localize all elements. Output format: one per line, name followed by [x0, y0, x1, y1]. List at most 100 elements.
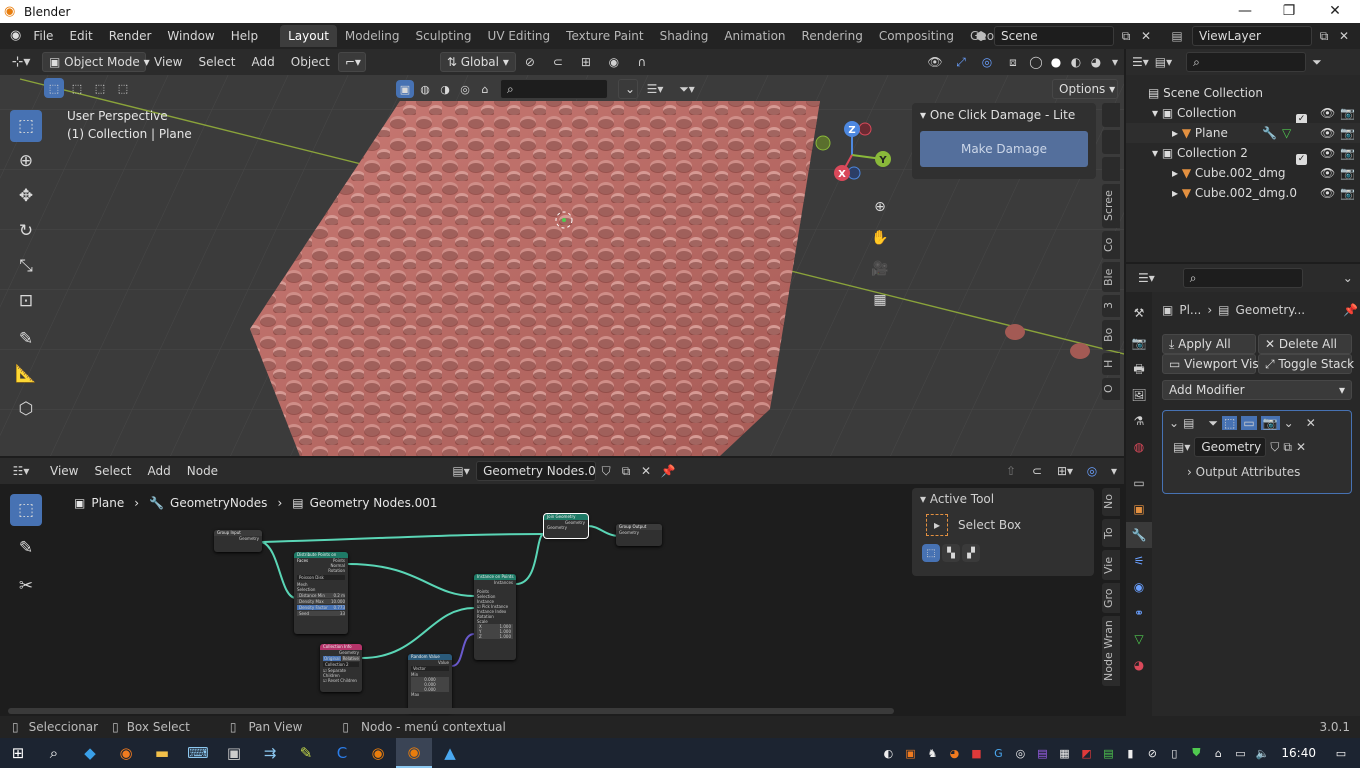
properties-options-icon[interactable]: ⌄	[1343, 271, 1353, 285]
clock-time[interactable]: 16:40	[1281, 746, 1316, 760]
side-tab-node-wrangler[interactable]: Node Wran	[1102, 616, 1120, 686]
c-app-icon[interactable]: C	[324, 738, 360, 768]
snap-target-icon[interactable]: ⊞	[572, 55, 600, 69]
tab-shading[interactable]: Shading	[652, 25, 717, 47]
outliner-row-cube-dmg-0[interactable]: ▸ ▼ Cube.002_dmg.0 👁 📷	[1126, 183, 1360, 203]
screenshot-app-icon[interactable]: ▣	[216, 738, 252, 768]
toggle-stack-button[interactable]: ⤢ Toggle Stack	[1258, 354, 1354, 374]
eye-visibility-icon[interactable]: 👁	[1320, 143, 1335, 163]
scale-z-field[interactable]: Z 1.000	[477, 634, 513, 639]
tab-layout[interactable]: Layout	[280, 25, 337, 47]
menu-help[interactable]: Help	[223, 23, 266, 49]
app-tray-icon[interactable]: ◕	[943, 738, 965, 768]
side-tab-o[interactable]: O	[1102, 378, 1120, 400]
panel-header[interactable]: ▾ One Click Damage - Lite	[912, 103, 1096, 127]
mode-extend-icon[interactable]: ▚	[942, 544, 960, 562]
delete-all-button[interactable]: ✕ Delete All	[1258, 334, 1352, 354]
snap-icon[interactable]: ⊂	[1024, 464, 1050, 478]
funnel-filter-icon[interactable]: ⏷▾	[672, 82, 702, 97]
tab-uv-editing[interactable]: UV Editing	[480, 25, 559, 47]
viewport-menu-object[interactable]: Object	[283, 49, 338, 75]
select-subtract-icon[interactable]: ⬚	[90, 78, 110, 98]
app-diamond-icon[interactable]: ◆	[72, 738, 108, 768]
blender-taskbar-icon[interactable]: ◉	[360, 738, 396, 768]
display-mode-icon[interactable]: ▤▾	[1155, 55, 1172, 69]
modifier-tab-icon[interactable]: 🔧	[1126, 522, 1152, 548]
tool-tab-icon[interactable]: ⚒	[1126, 300, 1152, 326]
network-icon[interactable]: ⌂	[1207, 738, 1229, 768]
render-camera-icon[interactable]: 📷	[1340, 103, 1355, 123]
steam-tray-icon[interactable]: ◎	[1009, 738, 1031, 768]
viewport-menu-add[interactable]: Add	[244, 49, 283, 75]
menu-file[interactable]: File	[25, 23, 61, 49]
new-view-layer-icon[interactable]: ⧉	[1314, 26, 1334, 46]
viewport-vis-button[interactable]: ▭ Viewport Vis	[1162, 354, 1259, 374]
app-tray-icon[interactable]: ▦	[1053, 738, 1075, 768]
notifications-icon[interactable]: ▭	[1330, 738, 1352, 768]
transform-tool-icon[interactable]: ⊡	[10, 285, 42, 317]
render-camera-icon[interactable]: 📷	[1340, 163, 1355, 183]
tab-texture-paint[interactable]: Texture Paint	[558, 25, 651, 47]
expand-arrow-icon[interactable]: ▸	[1172, 186, 1178, 200]
instance-on-points-node[interactable]: Instance on Points Instances Points Sele…	[474, 574, 516, 660]
properties-search-input[interactable]: ⌕	[1182, 268, 1303, 288]
navigation-gizmo[interactable]: Z Y X	[810, 115, 900, 195]
close-window-button[interactable]: ✕	[1312, 0, 1358, 23]
output-tab-icon[interactable]: 🖶	[1126, 356, 1152, 382]
monitor-icon[interactable]: ▭	[1229, 738, 1251, 768]
app-tray-icon[interactable]: ♞	[921, 738, 943, 768]
measure-tool-icon[interactable]: 📐	[10, 358, 42, 390]
expand-arrow-icon[interactable]: ▾	[1152, 146, 1158, 160]
view-layer-tab-icon[interactable]: 🖼	[1126, 382, 1152, 408]
outliner-scene-collection[interactable]: ▤ Scene Collection	[1126, 83, 1360, 103]
menu-window[interactable]: Window	[159, 23, 222, 49]
overlay-toggle-icon[interactable]: ◎	[974, 55, 1000, 69]
filter-world-icon[interactable]: ◎	[456, 80, 474, 98]
collection-tab-icon[interactable]: ▭	[1126, 470, 1152, 496]
material-shading-icon[interactable]: ◐	[1066, 55, 1086, 69]
reset-children-checkbox[interactable]: ☑ Reset Children	[320, 678, 362, 683]
expand-arrow-icon[interactable]: ▸	[1172, 126, 1178, 140]
list-filter-icon[interactable]: ☰▾	[640, 82, 670, 96]
side-tab-group[interactable]: Gro	[1102, 583, 1120, 613]
add-modifier-dropdown[interactable]: Add Modifier ▾	[1162, 380, 1352, 400]
density-factor-field[interactable]: Density Factor 0.773	[297, 605, 345, 610]
on-cage-icon[interactable]: ⬚	[1222, 416, 1238, 430]
file-explorer-icon[interactable]: ▬	[144, 738, 180, 768]
remove-modifier-icon[interactable]: ✕	[1306, 416, 1316, 430]
app-tray-icon[interactable]: G	[987, 738, 1009, 768]
output-attributes-panel[interactable]: › Output Attributes	[1163, 459, 1351, 485]
discord-tray-icon[interactable]: ◐	[877, 738, 899, 768]
debris-cube-1[interactable]	[1005, 324, 1025, 340]
outliner-filter-icon[interactable]: ⏷	[1312, 55, 1322, 70]
data-type-dropdown[interactable]: Vector	[411, 666, 449, 671]
notepad-icon[interactable]: ✎	[288, 738, 324, 768]
mode-set-icon[interactable]: ⬚	[922, 544, 940, 562]
photos-icon[interactable]: ▲	[432, 738, 468, 768]
modifier-menu-icon[interactable]: ⌄	[1284, 416, 1294, 430]
filter-material-icon[interactable]: ◑	[436, 80, 454, 98]
pin-icon[interactable]: 📌	[1343, 303, 1358, 317]
options-dropdown[interactable]: Options ▾	[1052, 79, 1118, 99]
filter-mesh-icon[interactable]: ▣	[396, 80, 414, 98]
filter-arrow-icon[interactable]: ⌄	[618, 79, 638, 99]
scene-tab-icon[interactable]: ⚗	[1126, 408, 1152, 434]
node-group-field[interactable]: Geometry N...	[1194, 437, 1267, 457]
join-geometry-node[interactable]: Join Geometry Geometry Geometry	[543, 513, 589, 539]
app-tray-icon[interactable]: ▤	[1097, 738, 1119, 768]
render-icon[interactable]: 📷	[1260, 416, 1280, 430]
make-damage-button[interactable]: Make Damage	[920, 131, 1088, 167]
cursor-tool-icon[interactable]: ⊕	[10, 145, 42, 177]
rotate-tool-icon[interactable]: ↻	[10, 215, 42, 247]
maximize-button[interactable]: ❐	[1266, 0, 1312, 23]
pivot-icon[interactable]: ⊘	[516, 55, 544, 69]
shield-icon[interactable]: ⛊	[1185, 738, 1207, 768]
solid-shading-icon[interactable]: ●	[1046, 55, 1066, 69]
fake-user-icon[interactable]: ⛉	[1270, 440, 1279, 455]
side-tab-tool[interactable]: To	[1102, 519, 1120, 547]
node-editor[interactable]: ☷▾ View Select Add Node ▤▾ Geometry Node…	[0, 458, 1124, 716]
pan-hand-icon[interactable]: ✋	[866, 224, 894, 252]
outliner-search-input[interactable]: ⌕	[1186, 52, 1307, 72]
apply-all-button[interactable]: ⤓ Apply All	[1162, 334, 1256, 354]
menu-edit[interactable]: Edit	[61, 23, 100, 49]
